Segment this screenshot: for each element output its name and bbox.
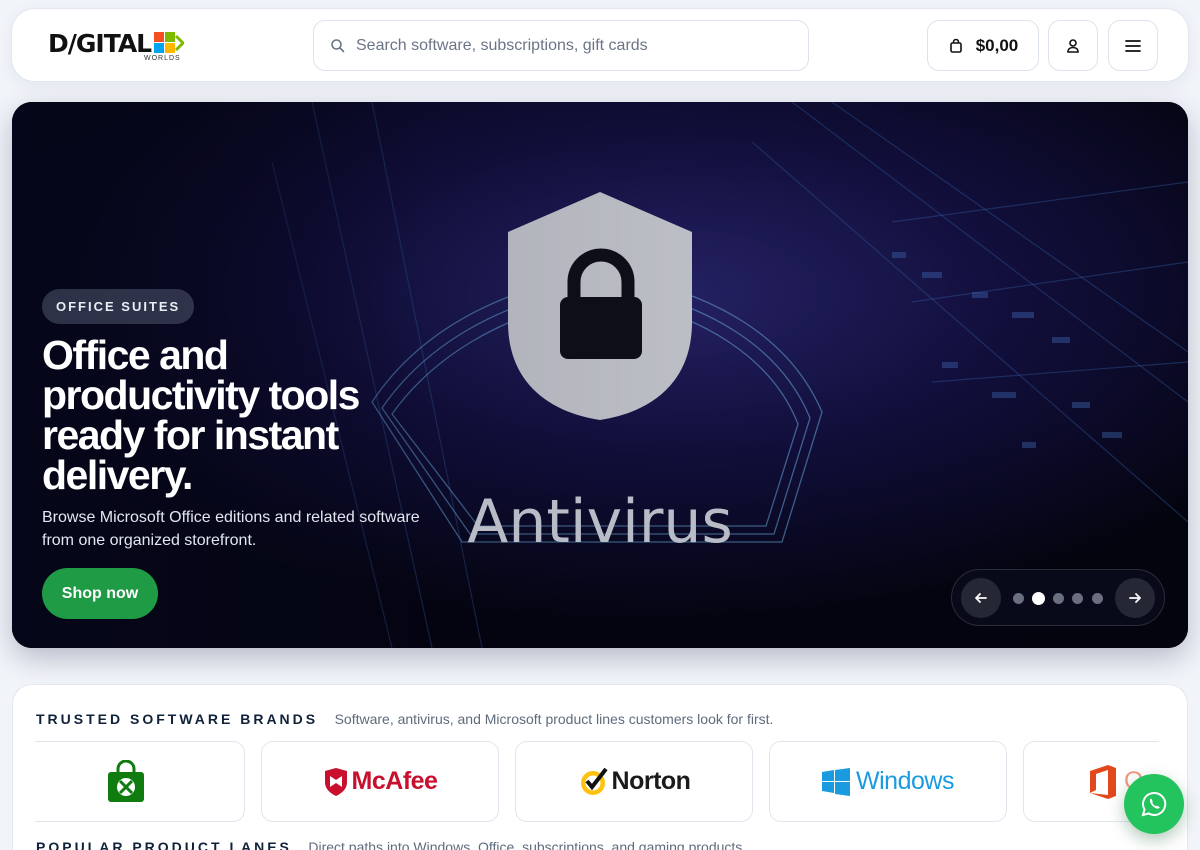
search-input[interactable] (356, 21, 796, 70)
carousel-dot[interactable] (1053, 593, 1064, 604)
xbox-store-icon (108, 759, 144, 802)
logo-squares-icon (154, 32, 184, 53)
cart-total: $0,00 (975, 35, 1019, 55)
site-logo[interactable]: D/GITAL WORLDS (48, 29, 198, 65)
brand-name: McAfee (351, 767, 438, 795)
shopping-bag-icon (949, 38, 962, 53)
logo-subtitle: WORLDS (144, 55, 181, 62)
logo-wordmark: D/GITAL (48, 29, 152, 58)
cart-button[interactable]: $0,00 (927, 20, 1039, 71)
brand-card-norton[interactable]: Norton (515, 741, 753, 822)
brand-card-mcafee[interactable]: McAfee (261, 741, 499, 822)
brand-card-windows[interactable]: Windows (769, 741, 1007, 822)
search-bar[interactable] (313, 20, 809, 71)
carousel-dot-active[interactable] (1032, 592, 1045, 605)
section-header: TRUSTED SOFTWARE BRANDS Software, antivi… (36, 711, 773, 729)
carousel-dots (1013, 592, 1109, 606)
section-title: POPULAR PRODUCT LANES (36, 839, 292, 850)
mcafee-shield-icon (324, 767, 347, 796)
section-subtitle: Software, antivirus, and Microsoft produ… (334, 711, 774, 727)
carousel-controls (951, 569, 1165, 626)
norton-check-icon (580, 767, 608, 795)
carousel-dot[interactable] (1092, 593, 1103, 604)
brand-name: Windows (856, 767, 954, 795)
hero-category-badge: OFFICE SUITES (42, 289, 195, 324)
arrow-right-icon (1129, 593, 1141, 603)
windows-logo-icon (822, 767, 851, 796)
brand-card-xbox[interactable] (35, 741, 245, 822)
menu-button[interactable] (1108, 20, 1158, 71)
section-subtitle: Direct paths into Windows, Office, subsc… (308, 839, 747, 850)
carousel-dot[interactable] (1072, 593, 1083, 604)
section-header: POPULAR PRODUCT LANES Direct paths into … (36, 839, 746, 850)
whatsapp-icon (1141, 791, 1167, 817)
carousel-prev-button[interactable] (961, 578, 1001, 618)
carousel-dot[interactable] (1013, 593, 1024, 604)
site-header: D/GITAL WORLDS $0,00 (11, 8, 1189, 82)
brand-name: Norton (611, 767, 691, 795)
hero-banner: Antivirus OFFICE SUITES Office and produ… (12, 102, 1188, 648)
hero-title: Office and productivity tools ready for … (42, 332, 360, 498)
office-logo-icon (1090, 764, 1116, 799)
user-icon (1067, 38, 1079, 53)
carousel-next-button[interactable] (1115, 578, 1155, 618)
search-icon (331, 39, 345, 53)
account-button[interactable] (1048, 20, 1098, 71)
hamburger-menu-icon (1125, 39, 1141, 52)
section-title: TRUSTED SOFTWARE BRANDS (36, 711, 319, 727)
trusted-brands-section: TRUSTED SOFTWARE BRANDS Software, antivi… (12, 684, 1188, 850)
whatsapp-chat-button[interactable] (1124, 774, 1184, 834)
shop-now-button[interactable]: Shop now (42, 568, 158, 619)
brand-carousel: McAfee Norton Windows O (35, 741, 1159, 823)
arrow-left-icon (975, 593, 987, 603)
hero-description: Browse Microsoft Office editions and rel… (42, 509, 420, 549)
hero-image-caption: Antivirus (467, 487, 732, 557)
